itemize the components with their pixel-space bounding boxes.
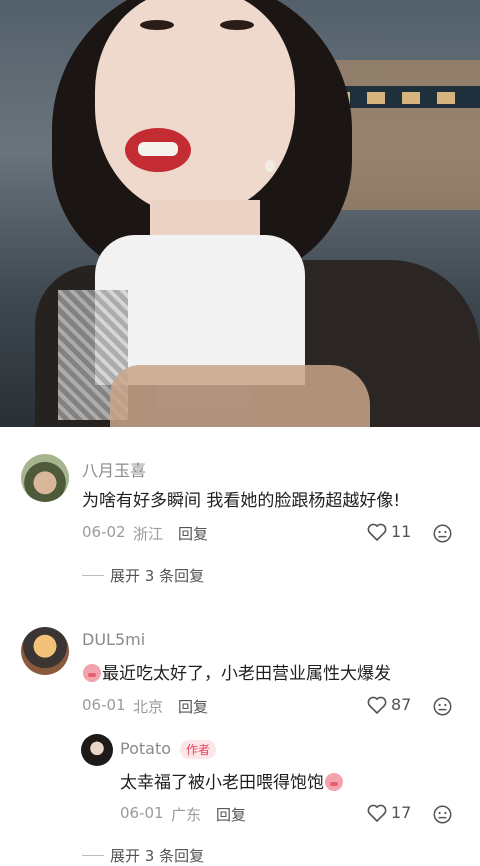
pig-emoji-icon <box>325 773 343 791</box>
earring <box>265 160 275 172</box>
reply-avatar[interactable] <box>81 734 113 766</box>
comment-text[interactable]: 为啥有好多瞬间 我看她的脸跟杨超越好像! <box>82 486 400 511</box>
dislike-face-icon[interactable] <box>433 697 452 716</box>
like-button[interactable]: 11 <box>367 522 411 541</box>
comment-username[interactable]: 八月玉喜 <box>82 457 146 481</box>
reply-button[interactable]: 回复 <box>216 804 246 825</box>
reply-button[interactable]: 回复 <box>178 696 208 717</box>
heart-icon <box>367 696 387 714</box>
expand-replies-button[interactable]: 展开 3 条回复 <box>82 565 204 586</box>
comment-location: 浙江 <box>133 525 164 543</box>
reply-username[interactable]: Potato <box>120 739 171 758</box>
divider-line <box>82 855 104 856</box>
person-face <box>95 0 295 215</box>
pig-emoji-icon <box>83 664 101 682</box>
comment-date: 06-02 <box>82 523 126 541</box>
avatar[interactable] <box>21 627 69 675</box>
reply-button[interactable]: 回复 <box>178 523 208 544</box>
expand-replies-label: 展开 3 条回复 <box>110 847 205 865</box>
comment-date: 06-01 <box>82 696 126 714</box>
like-count: 87 <box>391 695 412 714</box>
author-badge: 作者 <box>180 740 217 759</box>
heart-icon <box>367 523 387 541</box>
video-frame[interactable] <box>0 0 480 427</box>
reply-date: 06-01 <box>120 804 164 822</box>
comment-username[interactable]: DUL5mi <box>82 630 145 649</box>
comment-item: 八月玉喜 为啥有好多瞬间 我看她的脸跟杨超越好像! 06-02 浙江 回复 11… <box>0 427 480 607</box>
expand-replies-label: 展开 3 条回复 <box>110 567 205 585</box>
expand-replies-button[interactable]: 展开 3 条回复 <box>82 845 204 866</box>
dislike-face-icon[interactable] <box>433 524 452 543</box>
comment-text[interactable]: 最近吃太好了，小老田营业属性大爆发 <box>82 659 391 684</box>
reply-location: 广东 <box>171 806 202 824</box>
divider-line <box>82 575 104 576</box>
like-count: 17 <box>391 803 412 822</box>
heart-icon <box>367 804 387 822</box>
reply-text[interactable]: 太幸福了被小老田喂得饱饱 <box>120 768 344 793</box>
comment-location: 北京 <box>133 698 164 716</box>
dislike-face-icon[interactable] <box>433 805 452 824</box>
avatar[interactable] <box>21 454 69 502</box>
like-count: 11 <box>391 522 412 541</box>
like-button[interactable]: 87 <box>367 695 411 714</box>
blurred-hand <box>110 365 370 427</box>
comment-item: DUL5mi 最近吃太好了，小老田营业属性大爆发 06-01 北京 回复 87 … <box>0 607 480 865</box>
like-button[interactable]: 17 <box>367 803 411 822</box>
